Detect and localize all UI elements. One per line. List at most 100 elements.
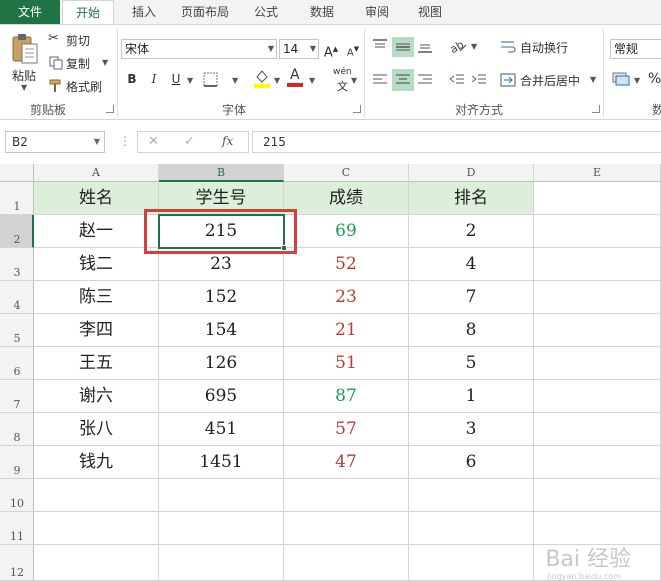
cell-a8[interactable]: 张八 bbox=[34, 413, 159, 446]
cell-d4[interactable]: 7 bbox=[409, 281, 534, 314]
enter-icon[interactable]: ✓ bbox=[184, 134, 195, 149]
font-color-dropdown-icon[interactable]: ▼ bbox=[309, 76, 315, 85]
alignment-launcher-icon[interactable] bbox=[592, 105, 600, 113]
cell-e10[interactable] bbox=[534, 479, 661, 512]
cell-b7[interactable]: 695 bbox=[159, 380, 284, 413]
cancel-icon[interactable]: ✕ bbox=[148, 134, 159, 149]
column-header-b[interactable]: B bbox=[159, 164, 284, 182]
cell-d5[interactable]: 8 bbox=[409, 314, 534, 347]
increase-indent-icon[interactable] bbox=[470, 71, 488, 89]
borders-icon[interactable] bbox=[202, 71, 220, 89]
font-color-icon[interactable]: A bbox=[287, 67, 305, 89]
accounting-dropdown-icon[interactable]: ▼ bbox=[634, 76, 640, 85]
cell-c3[interactable]: 52 bbox=[284, 248, 409, 281]
tab-data[interactable]: 数据 bbox=[302, 0, 342, 24]
font-name-select[interactable]: 宋体 ▼ bbox=[121, 39, 277, 59]
align-right-icon[interactable] bbox=[416, 71, 434, 89]
cell-a7[interactable]: 谢六 bbox=[34, 380, 159, 413]
pinyin-icon[interactable]: wén bbox=[333, 67, 352, 77]
cell-e9[interactable] bbox=[534, 446, 661, 479]
clipboard-launcher-icon[interactable] bbox=[106, 105, 114, 113]
cell-d1[interactable]: 排名 bbox=[409, 182, 534, 215]
merge-center-dropdown-icon[interactable]: ▼ bbox=[590, 75, 596, 84]
cell-d8[interactable]: 3 bbox=[409, 413, 534, 446]
tab-page-layout[interactable]: 页面布局 bbox=[172, 0, 238, 24]
cell-e7[interactable] bbox=[534, 380, 661, 413]
cell-b10[interactable] bbox=[159, 479, 284, 512]
row-header-9[interactable]: 9 bbox=[0, 446, 34, 479]
row-header-2[interactable]: 2 bbox=[0, 215, 34, 248]
align-middle-button[interactable] bbox=[392, 37, 414, 57]
cell-c11[interactable] bbox=[284, 512, 409, 545]
cell-d12[interactable] bbox=[409, 545, 534, 581]
format-painter-button[interactable]: 格式刷 bbox=[48, 77, 108, 95]
decrease-indent-icon[interactable] bbox=[448, 71, 466, 89]
tab-home[interactable]: 开始 bbox=[62, 0, 114, 25]
cell-e3[interactable] bbox=[534, 248, 661, 281]
row-header-1[interactable]: 1 bbox=[0, 182, 34, 215]
row-header-5[interactable]: 5 bbox=[0, 314, 34, 347]
cell-c12[interactable] bbox=[284, 545, 409, 581]
tab-insert[interactable]: 插入 bbox=[124, 0, 164, 24]
cell-e6[interactable] bbox=[534, 347, 661, 380]
orientation-icon[interactable]: ab bbox=[448, 37, 468, 55]
borders-dropdown-icon[interactable]: ▼ bbox=[232, 76, 238, 85]
cell-a5[interactable]: 李四 bbox=[34, 314, 159, 347]
merge-center-button[interactable]: 合并后居中 ▼ bbox=[500, 71, 600, 89]
pinyin-dropdown-icon[interactable]: ▼ bbox=[351, 76, 357, 85]
cell-c7[interactable]: 87 bbox=[284, 380, 409, 413]
cell-c5[interactable]: 21 bbox=[284, 314, 409, 347]
align-bottom-icon[interactable] bbox=[416, 37, 434, 55]
row-header-6[interactable]: 6 bbox=[0, 347, 34, 380]
tab-review[interactable]: 审阅 bbox=[357, 0, 397, 24]
row-header-10[interactable]: 10 bbox=[0, 479, 34, 512]
wrap-text-button[interactable]: 自动换行 bbox=[500, 38, 590, 56]
insert-function-icon[interactable]: fx bbox=[222, 134, 233, 148]
cell-b4[interactable]: 152 bbox=[159, 281, 284, 314]
cell-d9[interactable]: 6 bbox=[409, 446, 534, 479]
fill-color-icon[interactable] bbox=[253, 68, 271, 90]
column-header-c[interactable]: C bbox=[284, 164, 409, 182]
paste-button[interactable]: 粘贴 ▼ bbox=[10, 33, 40, 92]
cell-b9[interactable]: 1451 bbox=[159, 446, 284, 479]
cell-d7[interactable]: 1 bbox=[409, 380, 534, 413]
cell-c1[interactable]: 成绩 bbox=[284, 182, 409, 215]
cell-e2[interactable] bbox=[534, 215, 661, 248]
bold-button[interactable]: B bbox=[123, 70, 141, 88]
column-header-a[interactable]: A bbox=[34, 164, 159, 182]
orientation-dropdown-icon[interactable]: ▼ bbox=[471, 42, 477, 51]
copy-button[interactable]: 复制 ▼ bbox=[48, 54, 112, 72]
fill-color-dropdown-icon[interactable]: ▼ bbox=[274, 76, 280, 85]
cell-c10[interactable] bbox=[284, 479, 409, 512]
accounting-format-icon[interactable] bbox=[612, 70, 632, 88]
cell-d6[interactable]: 5 bbox=[409, 347, 534, 380]
shrink-font-button[interactable]: A▼ bbox=[344, 40, 362, 58]
align-top-icon[interactable] bbox=[371, 37, 389, 55]
underline-button[interactable]: U bbox=[167, 70, 185, 88]
cell-d3[interactable]: 4 bbox=[409, 248, 534, 281]
copy-dropdown-icon[interactable]: ▼ bbox=[102, 58, 108, 67]
cell-a11[interactable] bbox=[34, 512, 159, 545]
cell-b12[interactable] bbox=[159, 545, 284, 581]
cell-e1[interactable] bbox=[534, 182, 661, 215]
cell-a1[interactable]: 姓名 bbox=[34, 182, 159, 215]
formula-input[interactable]: 215 bbox=[252, 131, 661, 153]
cell-a6[interactable]: 王五 bbox=[34, 347, 159, 380]
font-size-select[interactable]: 14 ▼ bbox=[279, 39, 319, 59]
tab-file[interactable]: 文件 bbox=[0, 0, 60, 24]
name-box[interactable]: B2 ▼ bbox=[5, 131, 105, 153]
paste-dropdown-icon[interactable]: ▼ bbox=[21, 83, 27, 92]
cell-e5[interactable] bbox=[534, 314, 661, 347]
cell-a10[interactable] bbox=[34, 479, 159, 512]
cell-c8[interactable]: 57 bbox=[284, 413, 409, 446]
row-header-8[interactable]: 8 bbox=[0, 413, 34, 446]
tab-view[interactable]: 视图 bbox=[410, 0, 450, 24]
cell-a12[interactable] bbox=[34, 545, 159, 581]
cell-a9[interactable]: 钱九 bbox=[34, 446, 159, 479]
more-options-icon[interactable]: ⋮ bbox=[119, 134, 131, 148]
row-header-12[interactable]: 12 bbox=[0, 545, 34, 581]
cell-a4[interactable]: 陈三 bbox=[34, 281, 159, 314]
percent-button[interactable]: % bbox=[648, 71, 661, 87]
cell-c9[interactable]: 47 bbox=[284, 446, 409, 479]
column-header-e[interactable]: E bbox=[534, 164, 661, 182]
